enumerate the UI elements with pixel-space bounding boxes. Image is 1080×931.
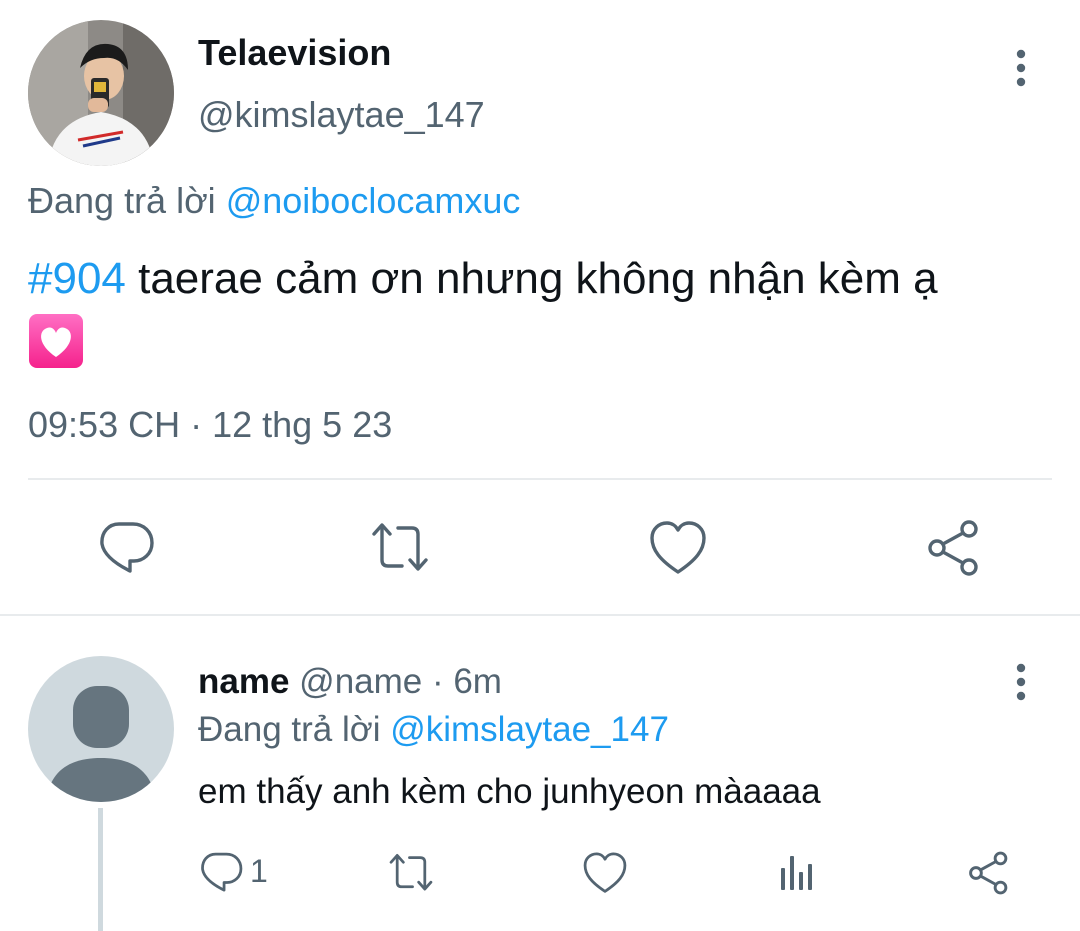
tweet-body: taerae cảm ơn nhưng không nhận kèm ạ [125, 254, 938, 303]
section-divider [0, 614, 1080, 616]
person-silhouette-icon [46, 686, 156, 802]
reply-more-options-icon[interactable] [1005, 662, 1037, 702]
reply-count: 1 [250, 852, 268, 889]
like-icon[interactable] [582, 850, 628, 896]
reply-reply-button[interactable]: 1 [198, 848, 268, 894]
tweet-timestamp: 09:53 CH · 12 thg 5 23 [28, 404, 393, 445]
thread-line [98, 808, 103, 931]
share-icon[interactable] [966, 850, 1012, 896]
tweet-text: #904 taerae cảm ơn nhưng không nhận kèm … [28, 250, 1068, 369]
reply-text: em thấy anh kèm cho junhyeon màaaaa [198, 772, 821, 811]
like-icon[interactable] [648, 518, 708, 578]
retweet-icon[interactable] [388, 850, 434, 896]
replying-to: Đang trả lời @noiboclocamxuc [28, 180, 520, 222]
reply-author-meta: @name · 6m [289, 662, 502, 701]
reply-icon[interactable] [96, 516, 156, 576]
reply-replying-to-mention[interactable]: @kimslaytae_147 [390, 710, 669, 749]
reply-icon [198, 848, 244, 894]
reply-header: name @name · 6m [198, 662, 502, 702]
heart-decoration-icon [28, 313, 84, 369]
hashtag-link[interactable]: #904 [28, 254, 126, 303]
author-display-name[interactable]: Telaevision [198, 32, 391, 74]
retweet-icon[interactable] [370, 518, 430, 578]
reply-replying-to: Đang trả lời @kimslaytae_147 [198, 710, 669, 750]
replying-to-mention[interactable]: @noiboclocamxuc [226, 180, 521, 221]
divider [28, 478, 1052, 480]
replying-to-label: Đang trả lời [28, 180, 226, 221]
author-photo [28, 20, 174, 166]
default-avatar[interactable] [28, 656, 174, 802]
reply-author-name[interactable]: name [198, 662, 289, 701]
reply-replying-to-label: Đang trả lời [198, 710, 391, 749]
author-avatar[interactable] [28, 20, 174, 166]
author-handle[interactable]: @kimslaytae_147 [198, 94, 485, 136]
share-icon[interactable] [924, 518, 984, 578]
analytics-icon[interactable] [775, 850, 821, 896]
more-options-icon[interactable] [1005, 48, 1037, 88]
